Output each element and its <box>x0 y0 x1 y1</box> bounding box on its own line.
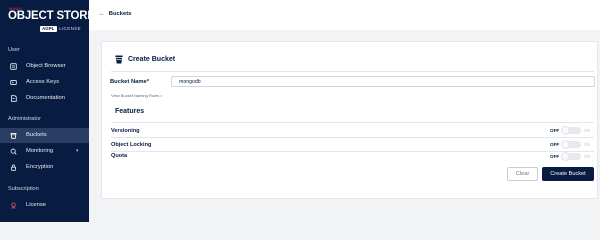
sidebar-item-label: Documentation <box>26 95 65 101</box>
encryption-icon <box>10 164 17 171</box>
section-administrator: Administrator <box>8 116 41 122</box>
feature-label-versioning: Versioning <box>111 128 140 134</box>
feature-label-object-locking: Object Locking <box>111 142 152 148</box>
create-bucket-card: Create Bucket Bucket Name* View Bucket N… <box>101 41 598 199</box>
sidebar: MINIO OBJECT STORE AGPL LICENSE User Obj… <box>0 0 95 222</box>
license-badge: AGPL <box>40 26 57 32</box>
toggle-knob <box>561 152 570 161</box>
buckets-icon <box>10 132 17 139</box>
divider <box>111 122 594 123</box>
monitoring-icon <box>10 148 17 155</box>
section-user: User <box>8 47 20 53</box>
chevron-right-icon: > <box>160 93 163 98</box>
license-text: LICENSE <box>59 26 82 31</box>
bucket-name-input[interactable] <box>171 76 595 87</box>
sidebar-item-label: Encryption <box>26 164 54 170</box>
sidebar-item-monitoring[interactable]: Monitoring ▾ <box>0 144 89 159</box>
back-to-buckets-link[interactable]: ← Buckets <box>99 11 131 17</box>
back-label: Buckets <box>108 11 132 17</box>
arrow-left-icon: ← <box>99 11 105 17</box>
create-bucket-button[interactable]: Create Bucket <box>542 167 594 181</box>
sidebar-item-label: Monitoring <box>26 148 54 154</box>
sidebar-item-label: License <box>26 202 46 208</box>
card-header: Create Bucket <box>115 55 175 64</box>
clear-button[interactable]: Clear <box>507 167 538 181</box>
quota-toggle[interactable]: OFF ON <box>550 152 600 161</box>
bucket-name-label: Bucket Name* <box>110 79 149 85</box>
sidebar-item-encryption[interactable]: Encryption <box>0 160 89 175</box>
sidebar-item-label: Object Browser <box>26 63 66 69</box>
sidebar-item-buckets[interactable]: Buckets <box>0 128 89 143</box>
documentation-icon <box>10 95 17 102</box>
toggle-knob <box>561 126 570 135</box>
sidebar-item-documentation[interactable]: Documentation <box>0 91 89 106</box>
top-bar <box>89 0 600 30</box>
sidebar-item-license[interactable]: License <box>0 198 89 213</box>
toggle-off-label: OFF <box>550 142 560 147</box>
toggle-knob <box>561 140 570 149</box>
sidebar-item-access-keys[interactable]: Access Keys <box>0 75 89 90</box>
toggle-off-label: OFF <box>550 154 560 159</box>
chevron-down-icon[interactable]: ▾ <box>76 148 79 154</box>
access-keys-icon <box>10 79 17 86</box>
toggle-on-label: ON <box>584 154 591 159</box>
divider <box>111 151 594 152</box>
divider <box>111 137 594 138</box>
toggle-on-label: ON <box>584 142 591 147</box>
page-title: Create Bucket <box>128 56 176 63</box>
bucket-icon <box>115 55 123 64</box>
versioning-toggle[interactable]: OFF ON <box>550 126 600 135</box>
section-subscription: Subscription <box>8 186 39 192</box>
object-locking-toggle[interactable]: OFF ON <box>550 140 600 149</box>
features-heading: Features <box>115 108 145 115</box>
sidebar-item-label: Buckets <box>26 132 47 138</box>
logo-name: OBJECT STORE <box>8 10 95 22</box>
divider <box>111 71 594 72</box>
minio-logo[interactable]: MINIO OBJECT STORE AGPL LICENSE <box>7 6 95 40</box>
object-browser-icon <box>10 63 17 70</box>
toggle-on-label: ON <box>584 128 591 133</box>
license-icon <box>11 202 16 209</box>
naming-rules-link[interactable]: View Bucket Naming Rules > <box>111 93 163 98</box>
toggle-off-label: OFF <box>550 128 560 133</box>
sidebar-item-label: Access Keys <box>26 79 60 85</box>
feature-label-quota: Quota <box>111 153 128 159</box>
sidebar-item-object-browser[interactable]: Object Browser <box>0 59 89 74</box>
